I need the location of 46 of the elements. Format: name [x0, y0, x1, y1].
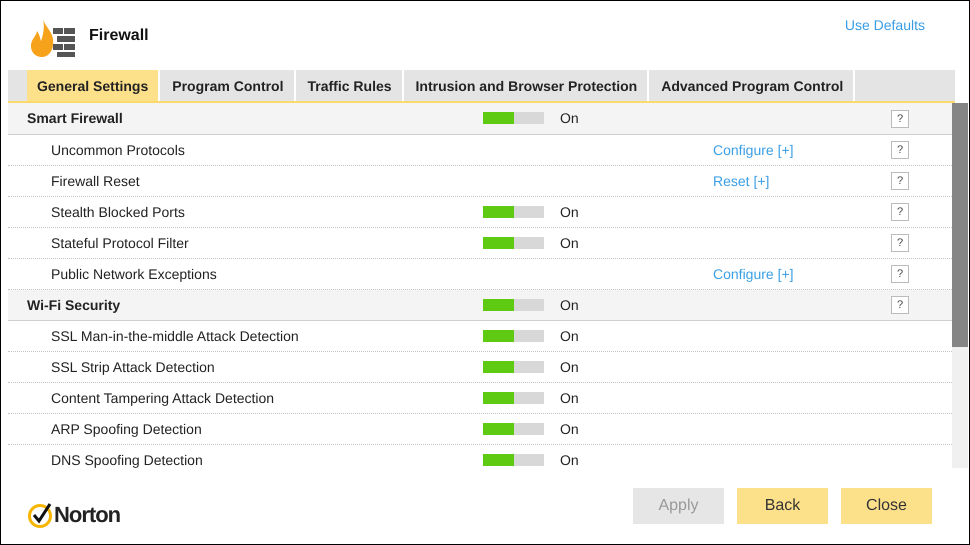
scrollbar[interactable] [952, 103, 968, 468]
setting-label: Stateful Protocol Filter [50, 234, 190, 250]
status-text: On [560, 234, 579, 250]
setting-label: Content Tampering Attack Detection [50, 390, 276, 406]
toggle-switch[interactable] [483, 392, 544, 404]
section-heading: Smart Firewall [26, 110, 124, 126]
toggle-switch[interactable] [483, 454, 544, 466]
status-text: On [560, 110, 579, 126]
toggle-switch[interactable] [483, 361, 544, 373]
status-text: On [560, 452, 579, 468]
status-text: On [560, 328, 579, 344]
setting-label: Uncommon Protocols [50, 142, 186, 158]
status-text: On [560, 421, 579, 437]
help-button[interactable]: ? [891, 296, 909, 314]
toggle-switch[interactable] [483, 206, 544, 218]
footer-button[interactable]: Close [841, 488, 932, 524]
status-text: On [560, 296, 579, 313]
section-heading: Wi-Fi Security [26, 296, 122, 313]
toggle-switch[interactable] [483, 423, 544, 435]
tab[interactable]: General Settings [27, 70, 160, 101]
scrollbar-thumb[interactable] [952, 103, 968, 347]
toggle-switch[interactable] [483, 298, 544, 311]
toggle-switch[interactable] [483, 236, 544, 248]
help-button[interactable]: ? [891, 234, 909, 252]
help-button[interactable]: ? [891, 265, 909, 283]
firewall-icon [31, 18, 75, 56]
setting-label: Stealth Blocked Ports [50, 204, 186, 220]
status-text: On [560, 390, 579, 406]
setting-label: SSL Strip Attack Detection [50, 359, 216, 375]
status-text: On [560, 204, 579, 220]
brand-name: Norton [54, 502, 120, 528]
setting-label: Public Network Exceptions [50, 266, 218, 282]
help-button[interactable]: ? [891, 172, 909, 190]
footer-button[interactable]: Back [737, 488, 828, 524]
help-button[interactable]: ? [891, 203, 909, 221]
help-button[interactable]: ? [891, 110, 909, 128]
help-button[interactable]: ? [891, 141, 909, 159]
toggle-switch[interactable] [483, 330, 544, 342]
status-text: On [560, 359, 579, 375]
setting-label: Firewall Reset [50, 172, 141, 188]
toggle-switch[interactable] [483, 112, 544, 124]
window-title: Firewall [89, 26, 149, 44]
setting-label: SSL Man-in-the-middle Attack Detection [50, 328, 300, 344]
checkmark-logo-icon [27, 502, 53, 528]
setting-label: ARP Spoofing Detection [50, 421, 203, 437]
setting-label: DNS Spoofing Detection [50, 452, 204, 468]
